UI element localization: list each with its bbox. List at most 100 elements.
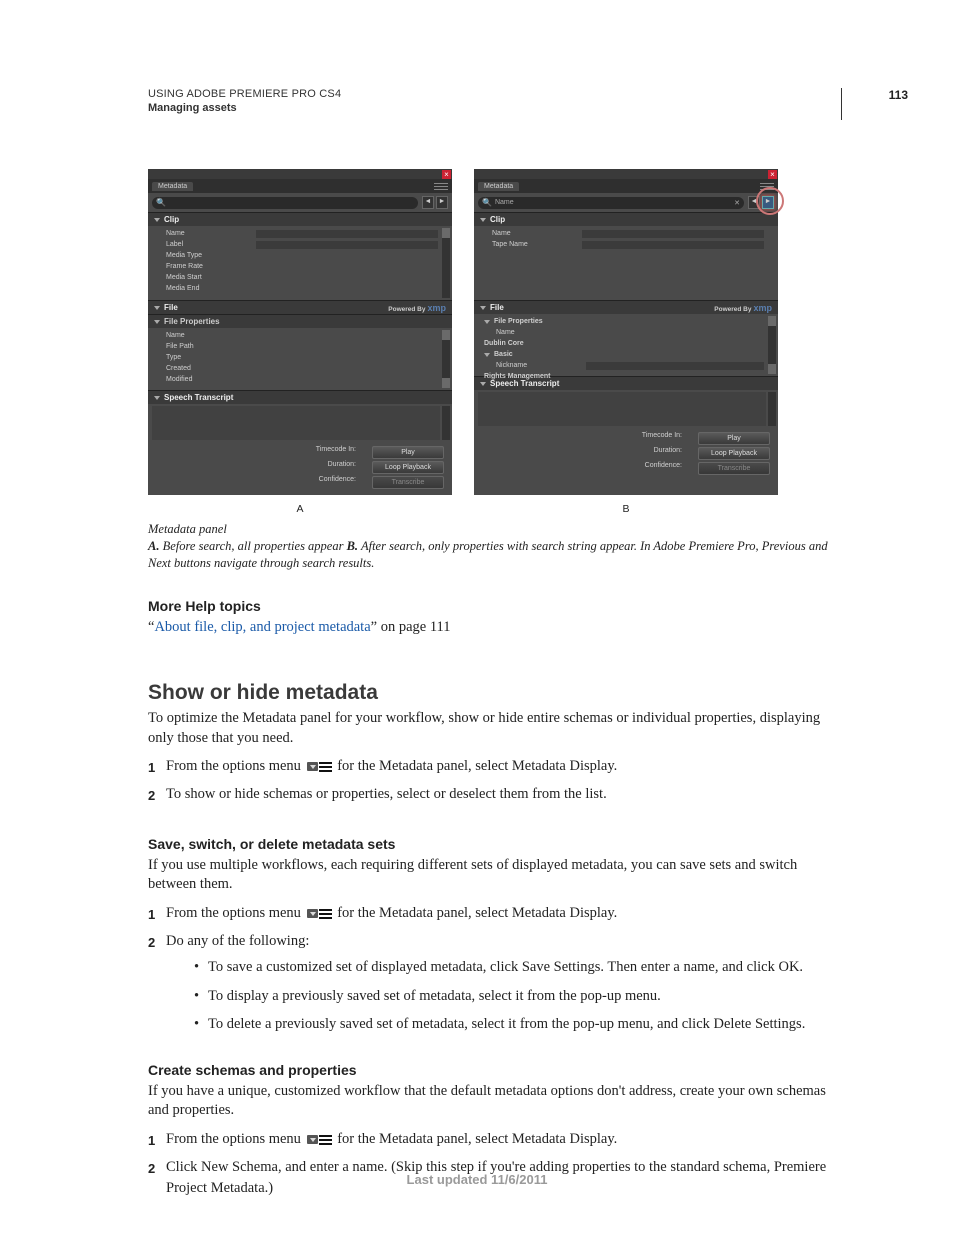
powered-by-xmp: Powered Byxmp	[714, 303, 772, 313]
metadata-panel-a: × Metadata 🔍 ◄ ► Clip Name Label Media T…	[148, 169, 452, 495]
field-value[interactable]	[256, 241, 438, 249]
confidence-label: Confidence:	[482, 462, 688, 475]
file-section-header[interactable]: File Powered Byxmp	[474, 300, 778, 314]
field-label: File Path	[166, 343, 256, 350]
transcript-controls: Timecode In:Play Duration:Loop Playback …	[474, 428, 778, 481]
section-heading-create-schemas: Create schemas and properties	[148, 1062, 838, 1078]
scrollbar[interactable]	[768, 392, 776, 426]
scrollbar[interactable]	[768, 316, 776, 374]
options-menu-icon	[307, 909, 332, 919]
clip-section-header[interactable]: Clip	[474, 212, 778, 226]
search-value: Name	[495, 199, 514, 206]
play-button[interactable]: Play	[372, 446, 444, 459]
clear-icon[interactable]: ✕	[734, 199, 740, 207]
chevron-down-icon	[154, 218, 160, 222]
field-label: Media End	[166, 285, 256, 292]
timecode-label: Timecode In:	[156, 446, 362, 459]
transcript-area[interactable]	[152, 406, 440, 440]
metadata-panel-b: × Metadata 🔍Name✕ ◄ ► Clip Name Tape Nam…	[474, 169, 778, 495]
clip-rows: Name Tape Name	[474, 226, 778, 300]
play-button[interactable]: Play	[698, 432, 770, 445]
duration-label: Duration:	[156, 461, 362, 474]
file-rows: Name File Path Type Created Modified	[148, 328, 452, 390]
search-icon: 🔍	[156, 198, 166, 207]
field-label: Nickname	[496, 362, 586, 369]
bullet-item: To delete a previously saved set of meta…	[194, 1013, 838, 1035]
field-label: Label	[166, 241, 256, 248]
chevron-down-icon	[480, 306, 486, 310]
search-prev-button[interactable]: ◄	[422, 196, 434, 209]
search-input[interactable]: 🔍	[152, 197, 418, 209]
timecode-label: Timecode In:	[482, 432, 688, 445]
search-prev-button[interactable]: ◄	[748, 196, 760, 209]
chevron-down-icon	[480, 382, 486, 386]
panel-tab[interactable]: Metadata	[478, 182, 519, 191]
metadata-panel-figure: × Metadata 🔍 ◄ ► Clip Name Label Media T…	[148, 169, 838, 495]
field-label: Name	[166, 332, 256, 339]
duration-label: Duration:	[482, 447, 688, 460]
section2-intro: If you use multiple workflows, each requ…	[148, 856, 838, 895]
search-input[interactable]: 🔍Name✕	[478, 197, 744, 209]
bullet-item: To display a previously saved set of met…	[194, 985, 838, 1007]
field-label: Name	[166, 230, 256, 237]
more-help-heading: More Help topics	[148, 598, 838, 614]
search-next-button[interactable]: ►	[436, 196, 448, 209]
last-updated-footer: Last updated 11/6/2011	[0, 1172, 954, 1187]
panel-menu-icon[interactable]	[434, 182, 448, 190]
running-header-section: Managing assets	[148, 102, 838, 114]
more-help-link-line: “About file, clip, and project metadata”…	[148, 618, 838, 638]
rights-header[interactable]: Rights Management	[484, 373, 574, 380]
section-heading-show-hide: Show or hide metadata	[148, 681, 838, 705]
dublin-core-header[interactable]: Dublin Core	[484, 340, 574, 347]
section-heading-save-switch: Save, switch, or delete metadata sets	[148, 836, 838, 852]
field-label: Name	[492, 230, 582, 237]
search-next-button[interactable]: ►	[762, 196, 774, 209]
loop-button[interactable]: Loop Playback	[372, 461, 444, 474]
close-icon[interactable]: ×	[768, 170, 777, 179]
field-value[interactable]	[256, 230, 438, 238]
transcribe-button[interactable]: Transcribe	[698, 462, 770, 475]
basic-header[interactable]: Basic	[494, 351, 584, 358]
file-properties-header[interactable]: File Properties	[494, 318, 584, 325]
panel-tab[interactable]: Metadata	[152, 182, 193, 191]
loop-button[interactable]: Loop Playback	[698, 447, 770, 460]
transcribe-button[interactable]: Transcribe	[372, 476, 444, 489]
field-label: Created	[166, 365, 256, 372]
field-value[interactable]	[582, 241, 764, 249]
section3-intro: If you have a unique, customized workflo…	[148, 1082, 838, 1121]
step-item: From the options menu for the Metadata p…	[148, 756, 838, 778]
field-label: Media Start	[166, 274, 256, 281]
transcript-section-header[interactable]: Speech Transcript	[148, 390, 452, 404]
step-item: From the options menu for the Metadata p…	[148, 1129, 838, 1151]
panel-menu-icon[interactable]	[760, 182, 774, 190]
field-value[interactable]	[586, 362, 764, 370]
section2-bullets: To save a customized set of displayed me…	[194, 956, 838, 1035]
chevron-down-icon	[154, 306, 160, 310]
confidence-label: Confidence:	[156, 476, 362, 489]
step-item: To show or hide schemas or properties, s…	[148, 784, 838, 806]
field-label: Media Type	[166, 252, 256, 259]
file-section-header[interactable]: File Powered Byxmp	[148, 300, 452, 314]
clip-section-header[interactable]: Clip	[148, 212, 452, 226]
field-value[interactable]	[582, 230, 764, 238]
chevron-down-icon	[484, 353, 490, 357]
transcript-area[interactable]	[478, 392, 766, 426]
section2-steps: From the options menu for the Metadata p…	[148, 903, 838, 1036]
scrollbar[interactable]	[442, 228, 450, 298]
step-item: Do any of the following: To save a custo…	[148, 931, 838, 1036]
options-menu-icon	[307, 1135, 332, 1145]
chevron-down-icon	[154, 396, 160, 400]
bullet-item: To save a customized set of displayed me…	[194, 956, 838, 978]
field-label: Type	[166, 354, 256, 361]
options-menu-icon	[307, 762, 332, 772]
more-help-link[interactable]: About file, clip, and project metadata	[154, 619, 370, 635]
powered-by-xmp: Powered Byxmp	[388, 303, 446, 313]
scrollbar[interactable]	[442, 330, 450, 388]
figure-label-a: A	[148, 503, 452, 515]
file-properties-header[interactable]: File Properties	[148, 314, 452, 328]
figure-caption: Metadata panel A. Before search, all pro…	[148, 521, 838, 572]
step-item: From the options menu for the Metadata p…	[148, 903, 838, 925]
scrollbar[interactable]	[442, 406, 450, 440]
close-icon[interactable]: ×	[442, 170, 451, 179]
field-label: Tape Name	[492, 241, 582, 248]
